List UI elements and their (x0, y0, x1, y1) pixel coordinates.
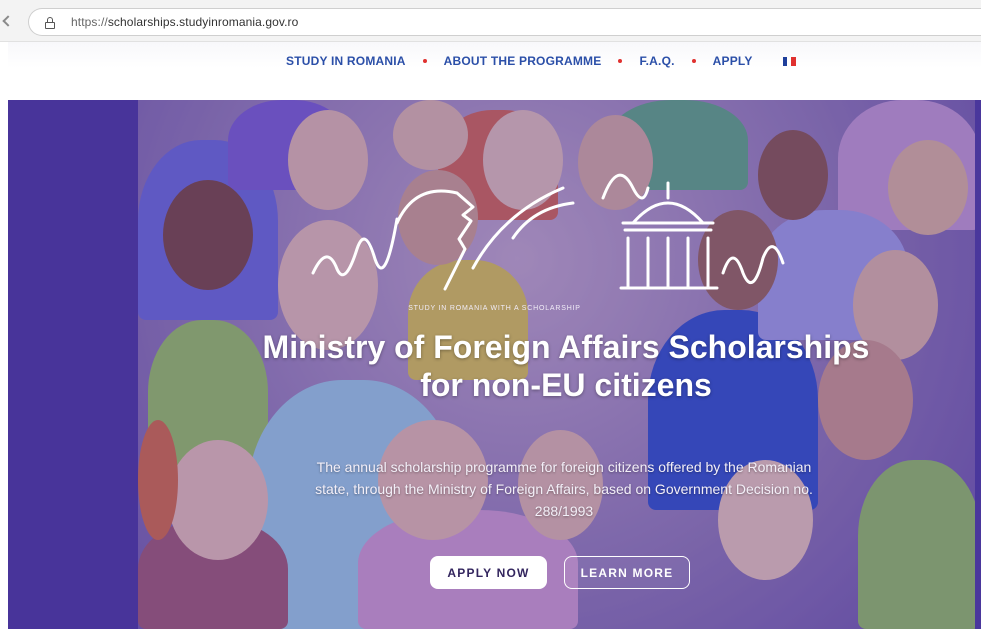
url-field[interactable]: https://scholarships.studyinromania.gov.… (28, 8, 981, 36)
flag-icon-france[interactable] (782, 56, 796, 66)
nav-separator-dot (422, 59, 427, 63)
nav-about-the-programme[interactable]: ABOUT THE PROGRAMME (444, 54, 602, 68)
url-scheme: https:// (71, 15, 108, 29)
url-text[interactable]: https://scholarships.studyinromania.gov.… (71, 15, 298, 29)
learn-more-button[interactable]: LEARN MORE (564, 556, 690, 589)
right-color-band (975, 100, 981, 629)
nav-separator-dot (691, 59, 696, 63)
site-navigation: STUDY IN ROMANIA ABOUT THE PROGRAMME F.A… (8, 42, 981, 100)
hero-section: STUDY IN ROMANIA WITH A SCHOLARSHIP Mini… (8, 100, 981, 629)
back-arrow-icon[interactable] (2, 15, 14, 27)
url-host: scholarships.studyinromania.gov.ro (107, 15, 299, 29)
hero-title: Ministry of Foreign Affairs Scholarships… (262, 329, 870, 403)
hero-tagline: STUDY IN ROMANIA WITH A SCHOLARSHIP (408, 305, 581, 312)
left-color-band (8, 100, 138, 629)
nav-apply[interactable]: APPLY (713, 54, 753, 68)
nav-study-in-romania[interactable]: STUDY IN ROMANIA (286, 54, 406, 68)
browser-address-bar: https://scholarships.studyinromania.gov.… (0, 0, 981, 42)
lock-icon[interactable] (45, 17, 55, 29)
nav-faq[interactable]: F.A.Q. (639, 54, 674, 68)
apply-now-button[interactable]: APPLY NOW (430, 556, 547, 589)
hero-description: The annual scholarship programme for for… (315, 459, 813, 519)
nav-separator-dot (618, 59, 623, 63)
